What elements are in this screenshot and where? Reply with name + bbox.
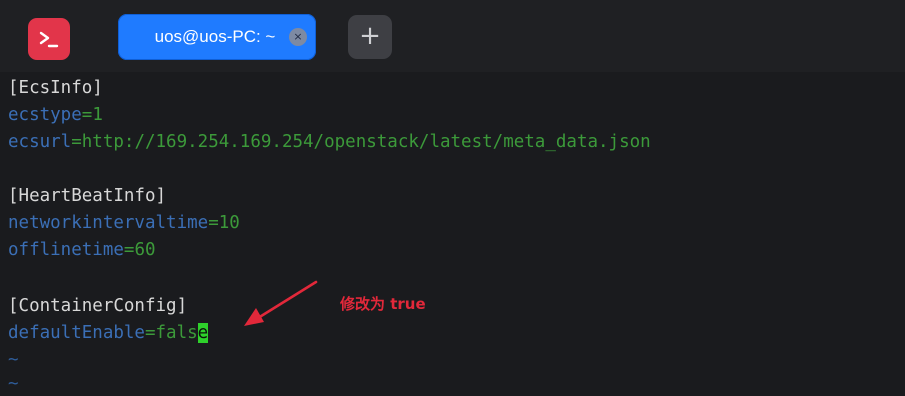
- annotation-arrow-icon: [244, 280, 318, 326]
- terminal-window: uos@uos-PC: ~ × + [EcsInfo] ecstype=1 ec…: [0, 0, 905, 396]
- annotation-label: 修改为 true: [340, 295, 426, 313]
